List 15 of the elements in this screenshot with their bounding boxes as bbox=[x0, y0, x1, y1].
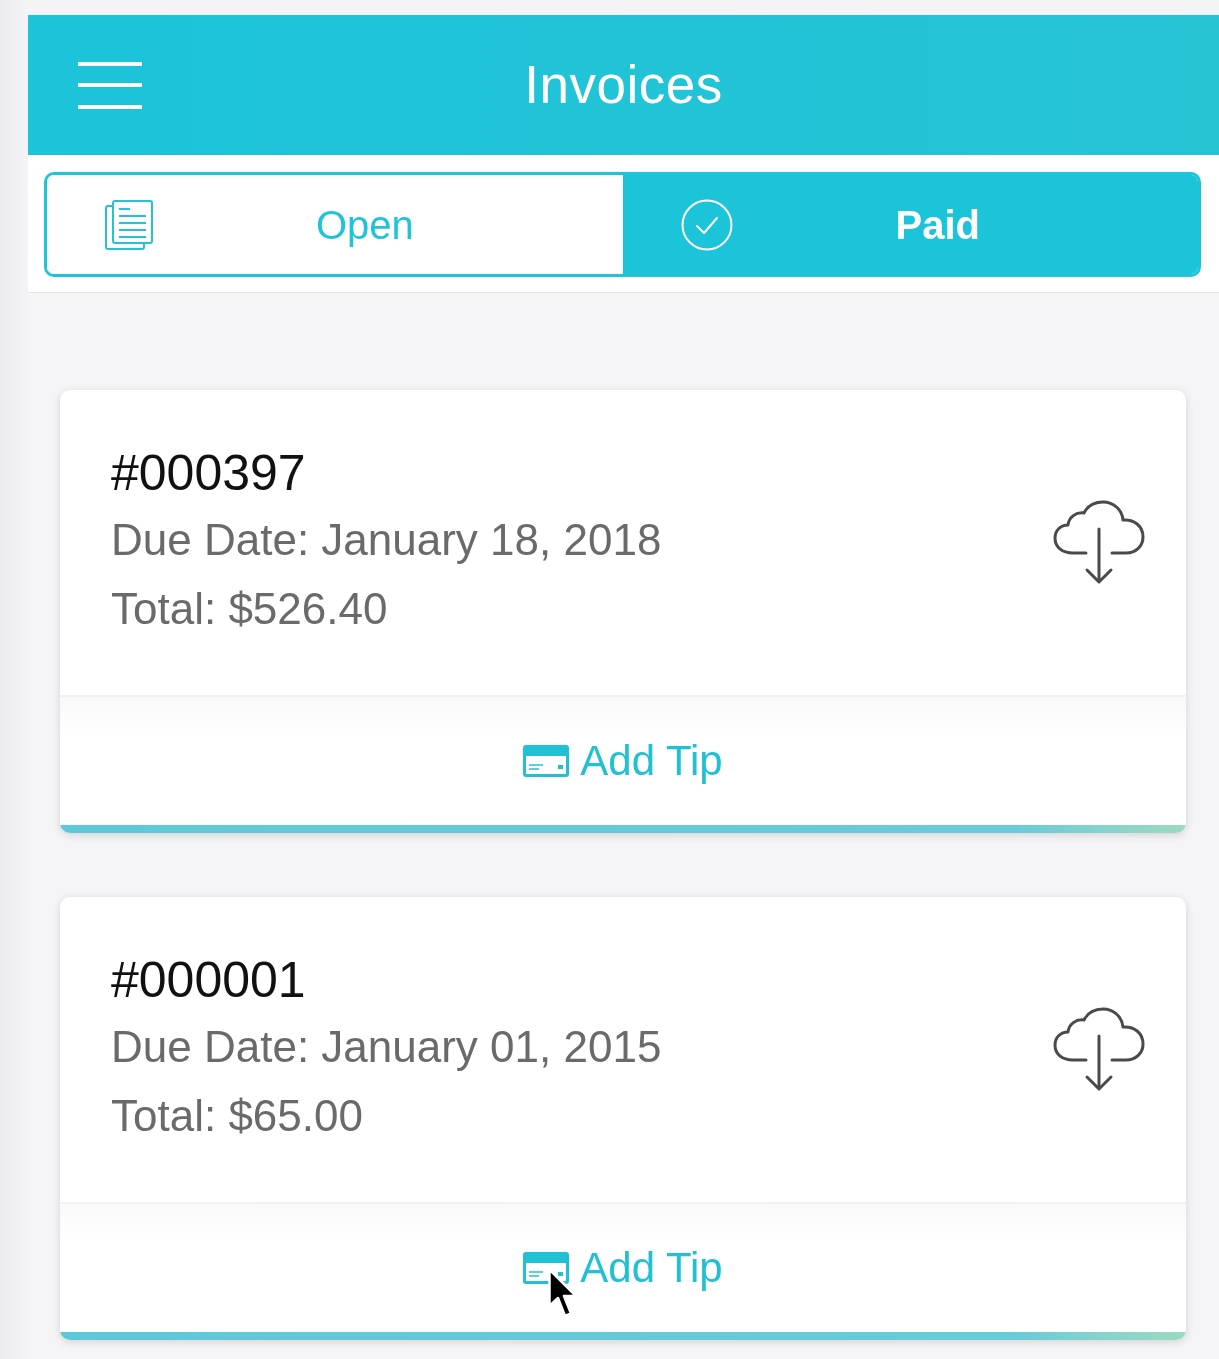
invoice-total: Total: $526.40 bbox=[111, 583, 389, 635]
credit-card-icon bbox=[523, 1252, 570, 1284]
due-date: Due Date: January 01, 2015 bbox=[111, 1021, 662, 1073]
cloud-download-icon[interactable] bbox=[1053, 1006, 1145, 1093]
invoice-total: Total: $65.00 bbox=[111, 1090, 364, 1142]
page-title: Invoices bbox=[524, 54, 723, 116]
check-circle-icon bbox=[680, 198, 733, 251]
add-tip-button[interactable]: Add Tip bbox=[523, 737, 723, 785]
cloud-download-icon[interactable] bbox=[1053, 499, 1145, 586]
credit-card-icon bbox=[523, 745, 570, 777]
tab[interactable]: Paid bbox=[622, 175, 1198, 274]
due-date: Due Date: January 18, 2018 bbox=[111, 514, 662, 566]
invoice-number: #000397 bbox=[111, 444, 307, 503]
invoice-number: #000001 bbox=[111, 951, 307, 1010]
document-list-icon bbox=[105, 199, 153, 250]
